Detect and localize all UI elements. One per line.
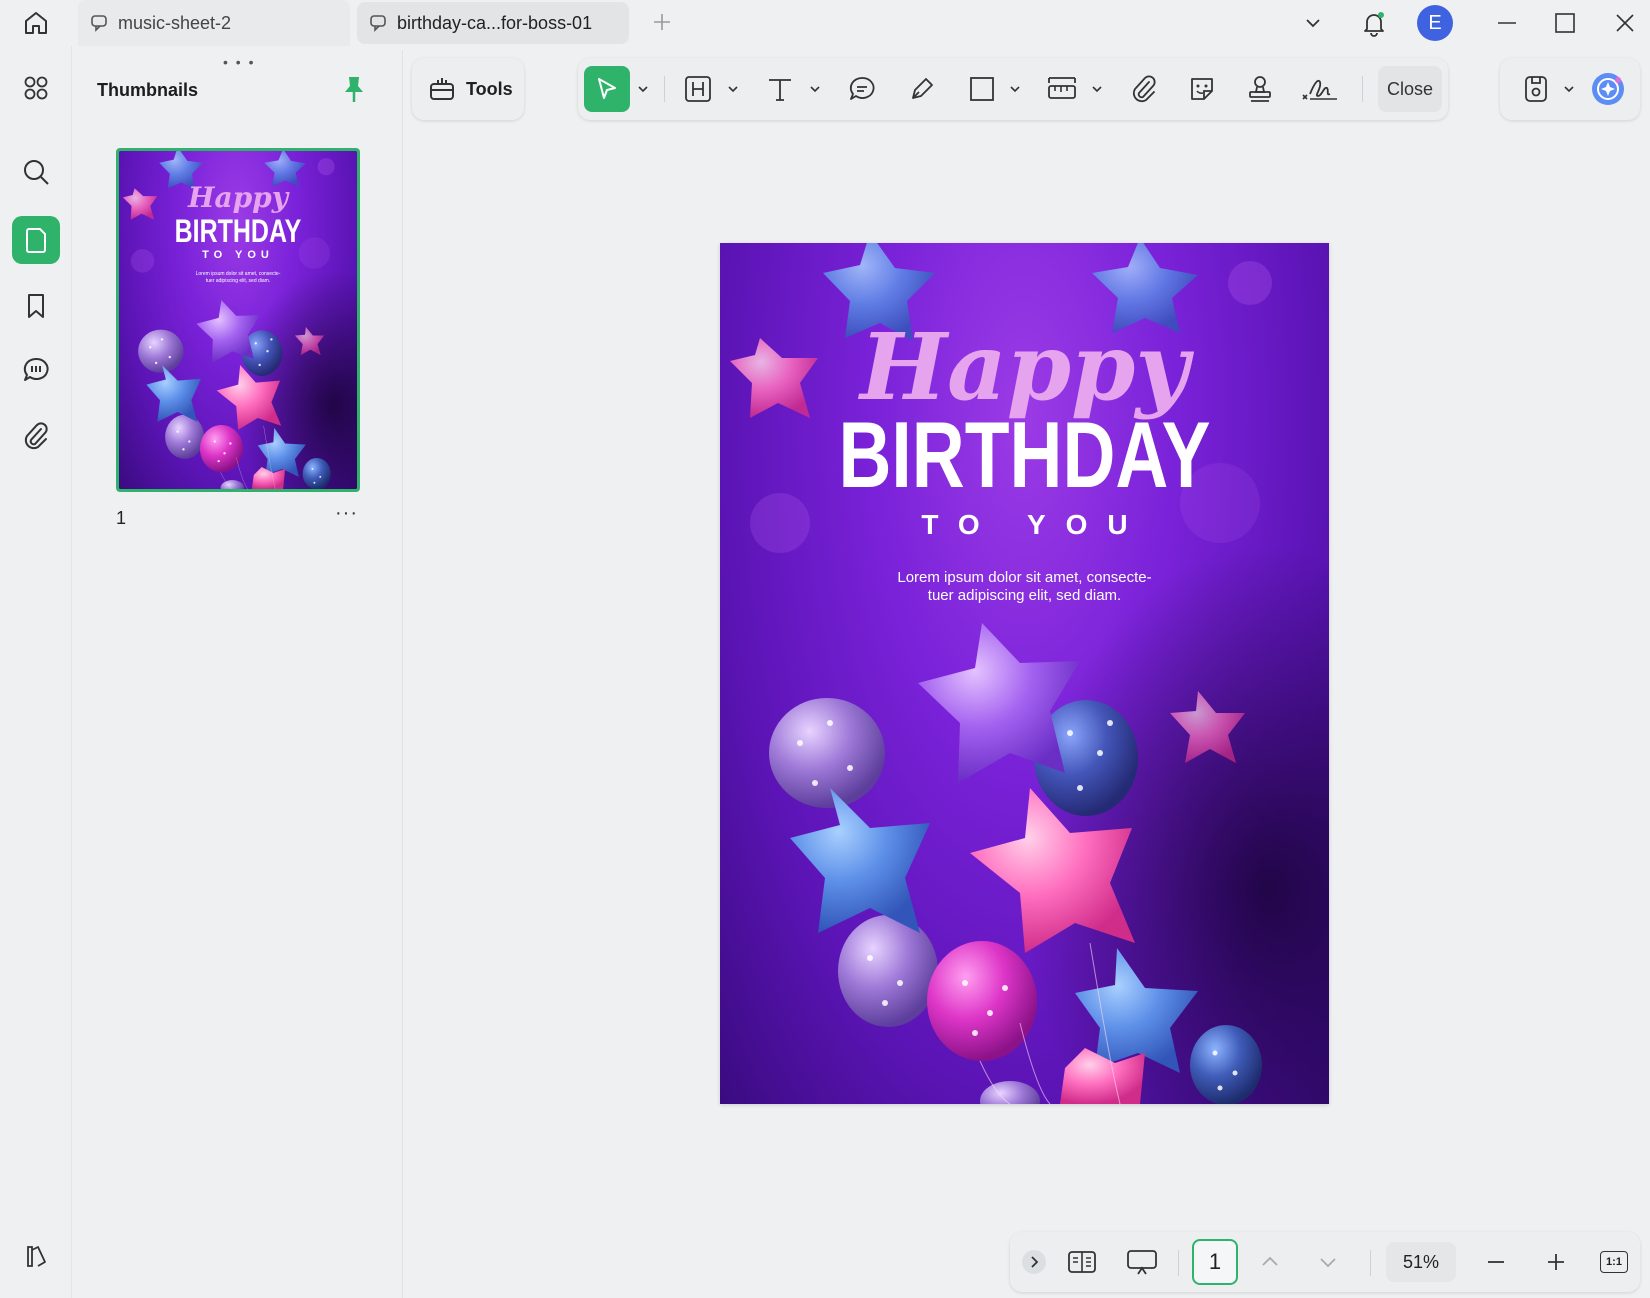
expand-arrow-icon[interactable] (1020, 1242, 1048, 1282)
birthday-card: Happy BIRTHDAY TO YOU Lorem ipsum dolor … (720, 243, 1329, 1104)
zoom-level[interactable]: 51% (1386, 1242, 1456, 1282)
tools-button[interactable]: Tools (412, 58, 524, 120)
grid-view-icon[interactable] (12, 64, 60, 112)
attachment-icon[interactable] (12, 412, 60, 460)
bookmark-icon[interactable] (12, 282, 60, 330)
presentation-icon[interactable] (1122, 1242, 1162, 1282)
comment-icon (90, 14, 108, 32)
toolbar-divider (1370, 1250, 1371, 1276)
toolbar-divider (664, 76, 665, 102)
measure-ruler-icon[interactable] (1042, 69, 1082, 109)
chevron-down-icon[interactable] (808, 82, 822, 96)
tab-label: birthday-ca...for-boss-01 (397, 12, 593, 33)
theme-icon[interactable] (12, 1232, 60, 1280)
zoom-in-icon[interactable] (1536, 1242, 1576, 1282)
select-cursor-icon[interactable] (584, 66, 630, 112)
card-birthday-text: BIRTHDAY (838, 402, 1211, 507)
maximize-icon[interactable] (1548, 4, 1582, 42)
thumbnail-birthday-text: BIRTHDAY (174, 213, 302, 249)
title-bar: music-sheet-2 birthday-ca...for-boss-01 … (0, 0, 1650, 46)
attach-file-icon[interactable] (1124, 69, 1164, 109)
chevron-down-icon[interactable] (1562, 82, 1576, 96)
actual-size-label: 1:1 (1600, 1251, 1628, 1273)
thumbnails-page-icon[interactable] (12, 216, 60, 264)
comment-bubble-icon[interactable] (842, 69, 882, 109)
thumbnail-happy-text: Happy (187, 181, 289, 214)
tab-label: music-sheet-2 (118, 12, 232, 33)
signature-icon[interactable] (1296, 69, 1344, 109)
text-tool-icon[interactable] (760, 69, 800, 109)
thumbnails-panel: • • • Thumbnails Happy BIRTHDAY TO YOU L… (73, 50, 403, 1298)
card-to-you-text: TO YOU (921, 509, 1148, 540)
page-thumbnail[interactable]: Happy BIRTHDAY TO YOU Lorem ipsum dolor … (116, 148, 360, 492)
thumbnail-lorem-line1: Lorem ipsum dolor sit amet, consecte- (195, 271, 281, 277)
chevron-down-icon[interactable] (636, 82, 650, 96)
save-icon[interactable] (1516, 69, 1556, 109)
new-tab-icon[interactable] (648, 8, 676, 36)
thumbnail-page-number: 1 (116, 508, 127, 528)
notification-bell-icon[interactable] (1356, 4, 1392, 42)
thumbnail-lorem-line2: tuer adipiscing elit, sed diam. (205, 278, 271, 284)
page-number-input[interactable]: 1 (1192, 1239, 1238, 1285)
next-page-icon[interactable] (1308, 1242, 1348, 1282)
user-avatar[interactable]: E (1415, 4, 1455, 42)
zoom-out-icon[interactable] (1476, 1242, 1516, 1282)
thumbnail-more-icon[interactable]: ··· (335, 502, 358, 525)
panel-title: Thumbnails (97, 80, 199, 100)
pin-icon[interactable] (341, 74, 367, 104)
chevron-down-icon[interactable] (1090, 82, 1104, 96)
search-icon[interactable] (12, 148, 60, 196)
stamp-icon[interactable] (1240, 69, 1280, 109)
toolbar-divider (1362, 76, 1363, 102)
tab-birthday-card[interactable]: birthday-ca...for-boss-01 (357, 2, 629, 44)
close-toolbar-button[interactable]: Close (1378, 66, 1442, 112)
previous-page-icon[interactable] (1250, 1242, 1290, 1282)
highlight-heading-icon[interactable] (678, 69, 718, 109)
tools-label: Tools (466, 78, 513, 99)
chevron-down-icon[interactable] (1008, 82, 1022, 96)
annotation-toolbar: Close (578, 58, 1448, 120)
save-toolbar (1500, 58, 1640, 120)
chevron-down-icon[interactable] (726, 82, 740, 96)
pen-icon[interactable] (902, 69, 942, 109)
left-rail (0, 46, 72, 1298)
comment-icon (369, 14, 387, 32)
card-lorem-line2: tuer adipiscing elit, sed diam. (927, 587, 1122, 604)
toolbar-divider (1178, 1250, 1179, 1276)
ai-assistant-icon[interactable] (1588, 69, 1628, 109)
thumbnail-card: Happy BIRTHDAY TO YOU Lorem ipsum dolor … (119, 151, 357, 489)
panel-drag-handle[interactable]: • • • (223, 54, 255, 70)
close-window-icon[interactable] (1608, 4, 1642, 42)
tab-music-sheet[interactable]: music-sheet-2 (78, 0, 350, 46)
reading-mode-icon[interactable] (1062, 1242, 1102, 1282)
minimize-icon[interactable] (1490, 4, 1524, 42)
sticker-icon[interactable] (1182, 69, 1222, 109)
chevron-down-icon[interactable] (1298, 4, 1328, 42)
comments-icon[interactable] (12, 346, 60, 394)
actual-size-button[interactable]: 1:1 (1594, 1242, 1634, 1282)
thumbnail-to-you-text: TO YOU (202, 249, 274, 261)
rectangle-shape-icon[interactable] (962, 69, 1002, 109)
page-navigation-bar: 1 51% 1:1 (1010, 1232, 1640, 1292)
home-icon[interactable] (18, 6, 54, 40)
document-page[interactable]: Happy BIRTHDAY TO YOU Lorem ipsum dolor … (720, 243, 1329, 1104)
toolbox-icon (428, 75, 456, 103)
card-lorem-line1: Lorem ipsum dolor sit amet, consecte- (897, 569, 1152, 586)
